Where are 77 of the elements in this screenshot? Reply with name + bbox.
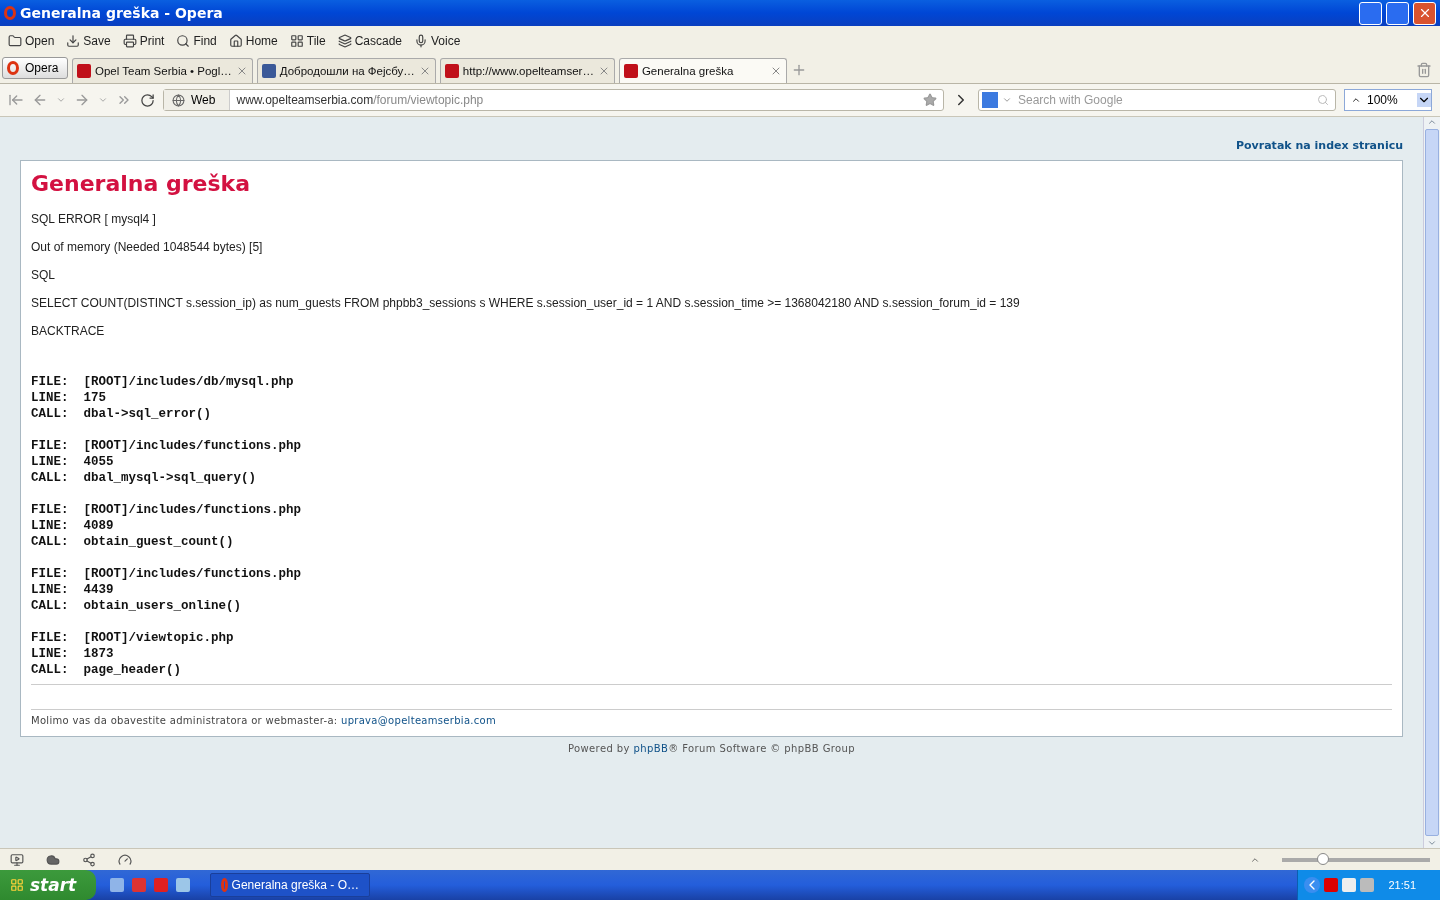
search-icon <box>176 33 191 48</box>
toolbar-button[interactable]: Open <box>8 33 55 48</box>
error-text: Out of memory (Needed 1048544 bytes) [5] <box>31 240 264 254</box>
backtrace-line: CALL: obtain_users_online() <box>31 598 243 614</box>
download-icon <box>66 33 81 48</box>
cloud-icon[interactable] <box>46 852 60 867</box>
error-text: SQL ERROR [ mysql4 ] <box>31 212 157 226</box>
toolbar-button[interactable]: Tile <box>289 33 326 48</box>
zoom-field[interactable]: 100% <box>1344 89 1432 111</box>
backtrace-line: CALL: obtain_guest_count() <box>31 534 235 550</box>
first-page-icon[interactable] <box>8 92 24 108</box>
backtrace-line: FILE: [ROOT]/viewtopic.php <box>31 630 235 646</box>
back-icon[interactable] <box>32 92 48 108</box>
error-text: SELECT COUNT(DISTINCT s.session_ip) as num_guests FROM phpbb3_sessions s WHERE s.session_user_id = 1 AND s.session_time >= 1368042180 AND s.session_forum_id = 139 <box>31 296 1021 310</box>
panel-icon[interactable] <box>10 852 24 867</box>
error-heading: Generalna greška <box>31 171 252 196</box>
globe-icon <box>172 93 185 107</box>
home-icon <box>228 33 243 48</box>
web-button[interactable]: Web <box>164 90 231 110</box>
browser-tab[interactable]: Opel Team Serbia • Pogl… <box>72 58 253 83</box>
backtrace-line: CALL: dbal->sql_error() <box>31 406 213 422</box>
back-link[interactable]: Povratak na index stranicu <box>1236 139 1403 152</box>
start-button[interactable]: start <box>0 870 96 900</box>
backtrace-line: LINE: 4055 <box>31 454 115 470</box>
backtrace-line: LINE: 1873 <box>31 646 115 662</box>
toolbar-button[interactable]: Find <box>176 33 217 48</box>
backtrace-line: CALL: dbal_mysql->sql_query() <box>31 470 258 486</box>
backtrace-line: LINE: 4089 <box>31 518 115 534</box>
backtrace-line: LINE: 175 <box>31 390 107 406</box>
backtrace-line: FILE: [ROOT]/includes/functions.php <box>31 438 303 454</box>
trash-icon[interactable] <box>1416 62 1432 78</box>
grid-icon <box>289 33 304 48</box>
minimize-button[interactable] <box>1359 1 1382 25</box>
window-title: Generalna greška - Opera <box>20 5 224 21</box>
reload-icon[interactable] <box>140 92 155 108</box>
taskbar-button[interactable]: Generalna greška - O… <box>210 873 370 897</box>
backtrace-line: FILE: [ROOT]/includes/functions.php <box>31 566 303 582</box>
notice-text: Molimo vas da obavestite administratora or webmaster-a: uprava@opelteamserbia.com <box>31 709 1392 726</box>
clock: 21:51 <box>1388 879 1416 891</box>
phpbb-link[interactable]: phpBB <box>633 743 669 754</box>
backtrace-line: LINE: 4439 <box>31 582 115 598</box>
backtrace-line: FILE: [ROOT]/includes/functions.php <box>31 502 303 518</box>
address-field[interactable]: Web www.opelteamserbia.com/forum/viewtopic.php <box>163 89 944 111</box>
forward-icon[interactable] <box>74 92 90 108</box>
restore-button[interactable] <box>1386 1 1409 25</box>
printer-icon <box>122 33 137 48</box>
search-engine-icon <box>982 92 998 108</box>
search-icon <box>1317 94 1329 106</box>
email-link[interactable]: uprava@opelteamserbia.com <box>341 715 497 726</box>
backtrace-line: FILE: [ROOT]/includes/db/mysql.php <box>31 374 295 390</box>
slider-thumb[interactable] <box>1317 852 1330 865</box>
gauge-icon[interactable] <box>118 852 132 867</box>
toolbar-button[interactable]: Cascade <box>337 33 403 48</box>
error-text: BACKTRACE <box>31 324 106 338</box>
dropdown-icon[interactable] <box>1417 93 1431 107</box>
caret-icon[interactable] <box>1351 95 1361 105</box>
windows-logo-icon <box>10 878 24 892</box>
error-text: SQL <box>31 268 56 282</box>
search-field[interactable]: Search with Google <box>978 89 1336 111</box>
toolbar-button[interactable]: Save <box>66 33 111 48</box>
share-icon[interactable] <box>82 852 96 867</box>
close-button[interactable] <box>1413 1 1436 25</box>
chevron-icon[interactable] <box>1304 877 1321 893</box>
toolbar-button[interactable]: Voice <box>414 33 461 48</box>
microphone-icon <box>414 33 429 48</box>
scrollbar-drawing[interactable] <box>1423 117 1440 848</box>
opera-menu-button[interactable]: Opera <box>2 57 68 79</box>
backtrace-line: CALL: page_header() <box>31 662 183 678</box>
star-icon[interactable] <box>923 93 937 107</box>
browser-tab[interactable]: Добродошли на Фејсбу… <box>256 58 436 83</box>
browser-tab[interactable]: Generalna greška <box>618 58 787 83</box>
toolbar-button[interactable]: Home <box>228 33 278 48</box>
toolbar-button[interactable]: Print <box>122 33 165 48</box>
browser-tab[interactable]: http://www.opelteamser… <box>439 58 615 83</box>
powered-by-text: Powered by phpBB® Forum Software © phpBB Group <box>566 743 857 754</box>
folder-icon <box>8 33 22 48</box>
url-text: www.opelteamserbia.com/forum/viewtopic.php <box>235 93 485 107</box>
